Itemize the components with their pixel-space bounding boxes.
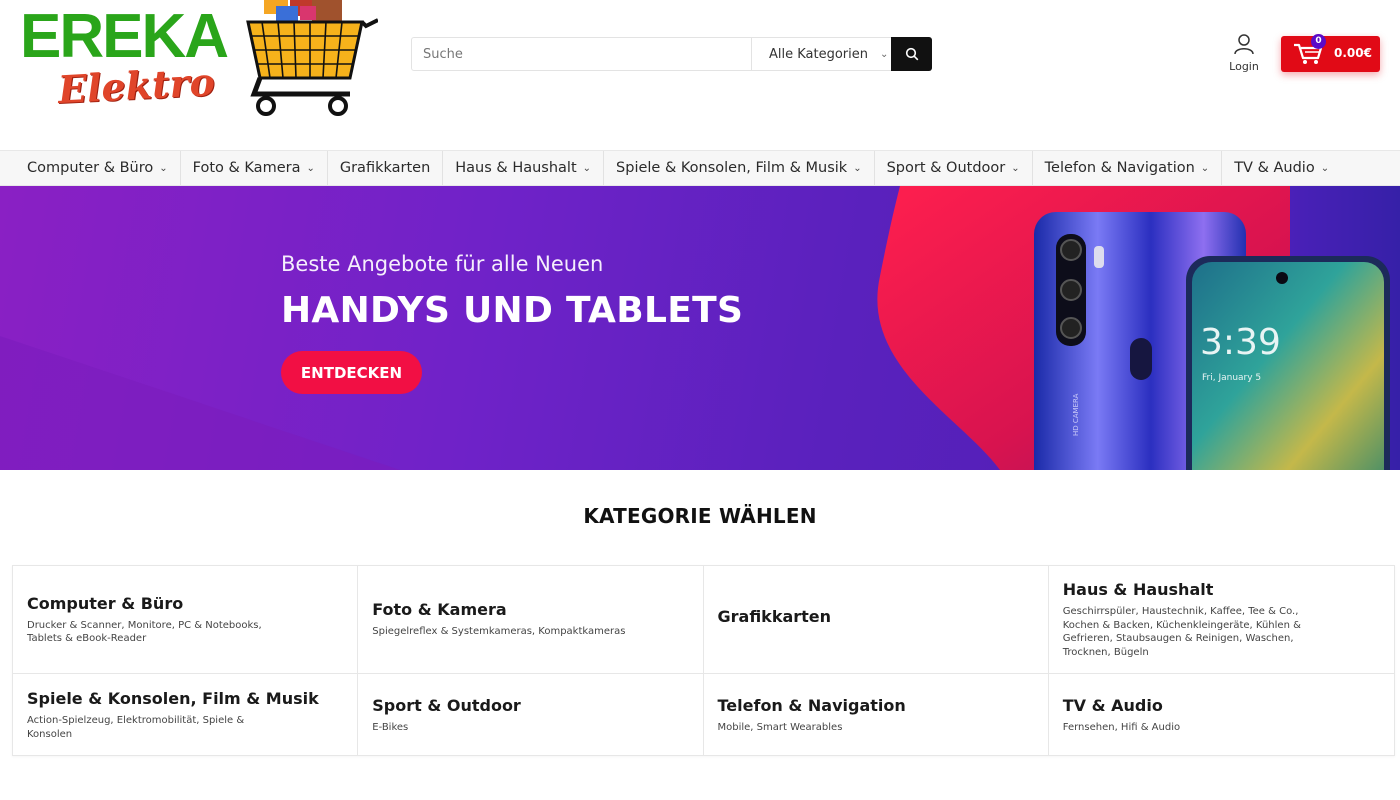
search-input[interactable] (412, 38, 751, 70)
nav-item-sport-outdoor[interactable]: Sport & Outdoor ⌄ (875, 151, 1033, 185)
search-icon (905, 47, 918, 61)
category-card-computer-buero[interactable]: Computer & Büro Drucker & Scanner, Monit… (13, 566, 359, 674)
chevron-down-icon: ⌄ (159, 162, 168, 174)
chevron-down-icon: ⌄ (1200, 162, 1210, 174)
search-category-select[interactable]: Alle Kategorien ⌄ (751, 38, 891, 70)
category-title: Foto & Kamera (372, 600, 507, 620)
login-button[interactable]: Login (1224, 33, 1264, 75)
category-title: Grafikkarten (717, 607, 832, 626)
phone-front-date: Fri, January 5 (1202, 373, 1261, 383)
hero-subtitle: Beste Angebote für alle Neuen (281, 252, 604, 276)
nav-item-label: Sport & Outdoor (886, 160, 1006, 176)
category-title: Telefon & Navigation (717, 695, 906, 715)
nav-item-label: Haus & Haushalt (455, 160, 577, 176)
category-card-tv-audio[interactable]: TV & Audio Fernsehen, Hifi & Audio (1049, 674, 1394, 756)
nav-item-foto-kamera[interactable]: Foto & Kamera ⌄ (181, 151, 328, 185)
chevron-down-icon: ⌄ (880, 48, 889, 60)
category-description: Fernsehen, Hifi & Audio (1062, 721, 1181, 733)
site-logo[interactable]: EREKA Elektro (16, 0, 378, 120)
category-description: Geschirrspüler, Haustechnik, Kaffee, Tee… (1062, 606, 1301, 658)
chevron-down-icon: ⌄ (582, 162, 592, 174)
category-title: Computer & Büro (27, 593, 184, 613)
category-card-haus-haushalt[interactable]: Haus & Haushalt Geschirrspüler, Haustech… (1048, 566, 1394, 674)
categories-heading: KATEGORIE WÄHLEN (583, 504, 817, 528)
nav-item-haus-haushalt[interactable]: Haus & Haushalt ⌄ (443, 151, 605, 185)
nav-item-telefon-navigation[interactable]: Telefon & Navigation ⌄ (1033, 151, 1223, 185)
nav-item-grafikkarten[interactable]: Grafikkarten (328, 151, 444, 185)
hero-cta-button[interactable]: ENTDECKEN (281, 351, 422, 394)
search-bar: Alle Kategorien ⌄ (411, 37, 932, 71)
cart-total: 0.00€ (1334, 46, 1372, 60)
nav-item-label: TV & Audio (1234, 160, 1315, 176)
category-description: Action-Spielzeug, Elektromobilität, Spie… (27, 715, 245, 740)
category-description: Spiegelreflex & Systemkameras, Kompaktka… (372, 626, 626, 638)
category-card-grafikkarten[interactable]: Grafikkarten (703, 566, 1049, 674)
nav-item-label: Computer & Büro (27, 160, 154, 176)
phone-back-label: HD CAMERA (1072, 393, 1080, 436)
main-navigation: Computer & Büro ⌄ Foto & Kamera ⌄ Grafikka… (0, 150, 1400, 186)
nav-item-label: Foto & Kamera (192, 160, 301, 176)
logo-wordmark-bottom: Elektro (56, 58, 216, 113)
category-description: Mobile, Smart Wearables (717, 721, 843, 733)
category-grid: Computer & Büro Drucker & Scanner, Monit… (12, 565, 1395, 756)
category-description: Drucker & Scanner, Monitore, PC & Notebo… (27, 619, 262, 645)
category-title: Sport & Outdoor (372, 695, 521, 715)
chevron-down-icon: ⌄ (853, 162, 862, 174)
search-button[interactable] (891, 37, 932, 71)
site-header: EREKA Elektro Suche Alle Kategorien ⌄ Lo… (0, 0, 1400, 150)
phone-front-time: 3:39 (1200, 322, 1281, 363)
user-icon (1234, 34, 1254, 55)
category-title: TV & Audio (1062, 695, 1163, 715)
nav-item-computer-buero[interactable]: Computer & Büro ⌄ (0, 151, 181, 185)
chevron-down-icon: ⌄ (1011, 162, 1020, 174)
login-label: Login (1229, 60, 1259, 73)
chevron-down-icon: ⌄ (1320, 162, 1330, 174)
search-category-label: Alle Kategorien (769, 46, 869, 62)
hero-banner[interactable]: HD CAMERA 3:39 Fri, January 5 Beste Ange… (0, 186, 1400, 470)
category-card-foto-kamera[interactable]: Foto & Kamera Spiegelreflex & Systemkame… (358, 566, 704, 674)
phone-front-image: 3:39 Fri, January 5 (1186, 256, 1390, 470)
nav-item-spiele-konsolen[interactable]: Spiele & Konsolen, Film & Musik ⌄ (604, 151, 875, 185)
cart-button[interactable]: 0 0.00€ (1281, 34, 1380, 72)
category-title: Spiele & Konsolen, Film & Musik (27, 689, 319, 708)
nav-item-label: Spiele & Konsolen, Film & Musik (616, 160, 848, 176)
category-card-spiele-konsolen[interactable]: Spiele & Konsolen, Film & Musik Action-S… (13, 674, 359, 756)
cart-count-badge: 0 (1311, 34, 1326, 49)
shopping-cart-logo-icon (246, 0, 378, 116)
category-card-telefon-navigation[interactable]: Telefon & Navigation Mobile, Smart Weara… (704, 674, 1049, 756)
nav-item-label: Telefon & Navigation (1044, 160, 1195, 176)
category-title: Haus & Haushalt (1062, 580, 1214, 599)
category-description: E-Bikes (372, 721, 409, 733)
nav-item-tv-audio[interactable]: TV & Audio ⌄ (1222, 151, 1341, 185)
nav-item-label: Grafikkarten (339, 160, 431, 176)
hero-title: HANDYS UND TABLETS (281, 290, 744, 331)
category-card-sport-outdoor[interactable]: Sport & Outdoor E-Bikes (358, 674, 704, 756)
chevron-down-icon: ⌄ (306, 162, 315, 174)
